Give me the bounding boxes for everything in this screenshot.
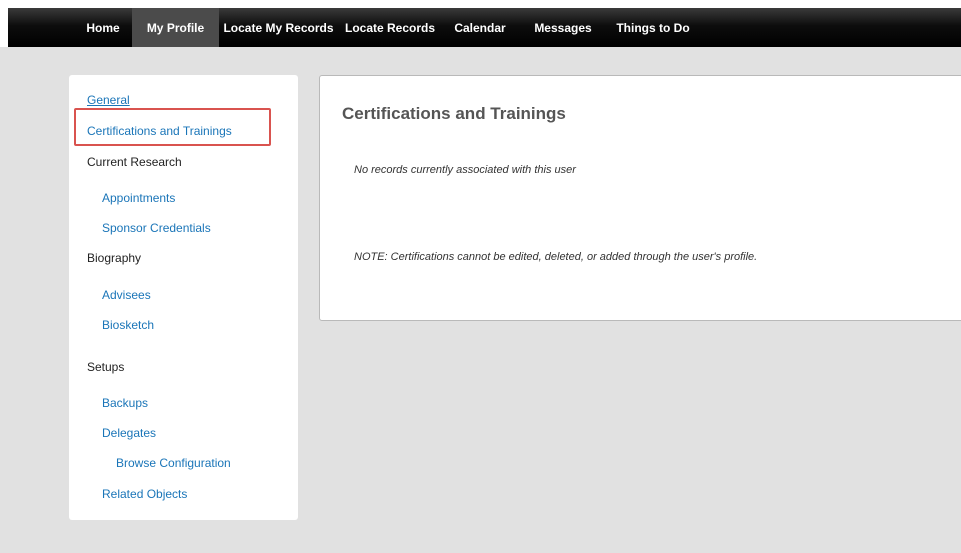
sidebar-item-backups[interactable]: Backups: [102, 396, 148, 410]
empty-records-message: No records currently associated with thi…: [354, 164, 576, 176]
sidebar-heading-setups: Setups: [87, 360, 125, 374]
nav-calendar[interactable]: Calendar: [442, 8, 518, 47]
sidebar-heading-biography: Biography: [87, 251, 142, 265]
nav-locate-my-records[interactable]: Locate My Records: [219, 8, 338, 47]
sidebar-heading-current-research: Current Research: [87, 155, 182, 169]
certifications-note: NOTE: Certifications cannot be edited, d…: [354, 251, 758, 263]
sidebar-item-appointments[interactable]: Appointments: [102, 191, 175, 205]
sidebar-item-advisees[interactable]: Advisees: [102, 288, 151, 302]
panel-title: Certifications and Trainings: [342, 104, 566, 123]
certifications-panel: Certifications and Trainings No records …: [319, 75, 961, 321]
sidebar-item-related-objects[interactable]: Related Objects: [102, 487, 187, 501]
nav-things-to-do[interactable]: Things to Do: [608, 8, 698, 47]
nav-my-profile[interactable]: My Profile: [132, 8, 219, 47]
main-navbar: Home My Profile Locate My Records Locate…: [8, 8, 961, 47]
sidebar-item-certifications-and-trainings[interactable]: Certifications and Trainings: [87, 124, 232, 138]
top-bar: Home My Profile Locate My Records Locate…: [0, 0, 961, 47]
sidebar-item-delegates[interactable]: Delegates: [102, 426, 156, 440]
sidebar-item-sponsor-credentials[interactable]: Sponsor Credentials: [102, 221, 211, 235]
nav-locate-records[interactable]: Locate Records: [338, 8, 442, 47]
sidebar-item-general[interactable]: General: [87, 93, 130, 107]
nav-home[interactable]: Home: [74, 8, 132, 47]
sidebar-item-browse-configuration[interactable]: Browse Configuration: [116, 456, 231, 470]
sidebar-item-biosketch[interactable]: Biosketch: [102, 318, 154, 332]
nav-messages[interactable]: Messages: [518, 8, 608, 47]
